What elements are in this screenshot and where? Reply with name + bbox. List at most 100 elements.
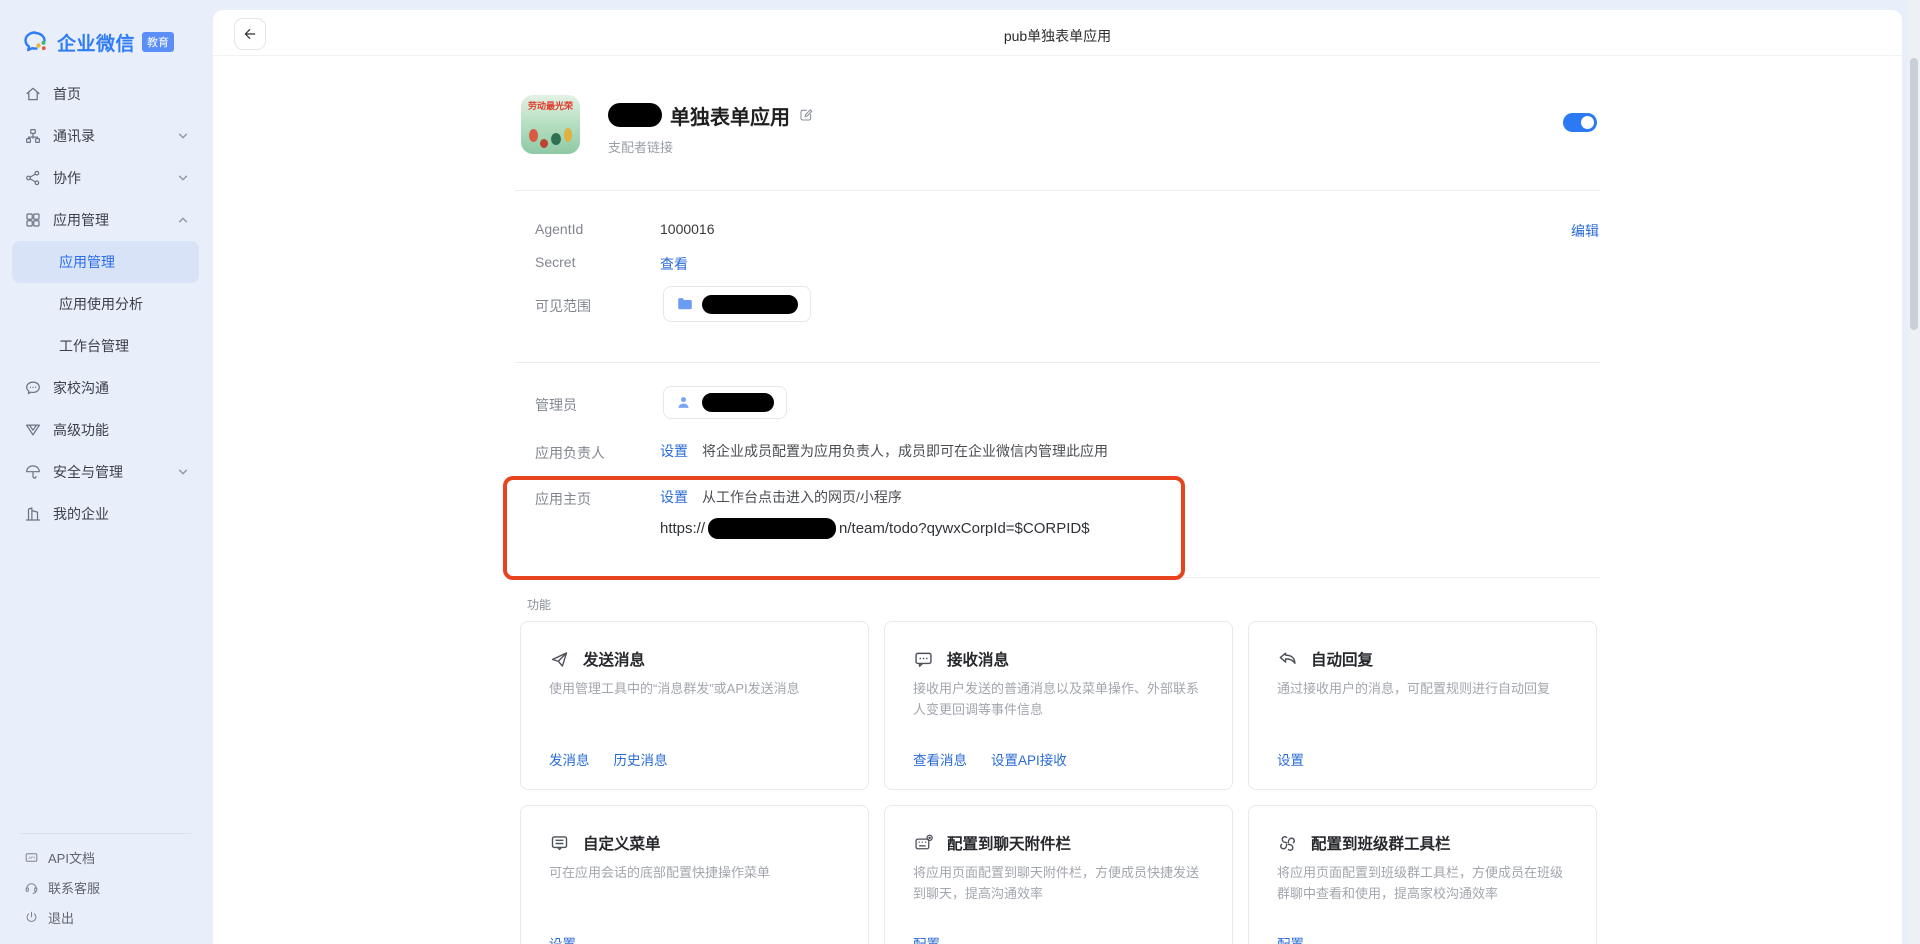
sidebar-item-logout[interactable]: 退出 [0,902,211,932]
homepage-url-prefix: https:// [660,520,705,537]
admin-redaction-blob [702,393,774,412]
secret-view-link[interactable]: 查看 [660,254,688,274]
feature-card-head: 自定义菜单 [549,832,661,854]
sidebar-subitem-workbench-management[interactable]: 工作台管理 [0,325,211,367]
chevron-up-icon [177,214,189,226]
main-panel: pub单独表单应用 劳动最光荣 单独表单应用 支配者链接 AgentId 100… [213,10,1902,944]
sidebar-item-label: 高级功能 [53,420,109,440]
feature-card-desc: 可在应用会话的底部配置快捷操作菜单 [549,863,844,884]
message-bubble-icon [913,649,934,670]
custom-menu-icon [549,833,570,854]
app-subtitle: 支配者链接 [608,137,673,156]
sidebar-item-label: 应用管理 [59,252,115,272]
homepage-label: 应用主页 [535,489,591,509]
screen: 企业微信 教育 首页 通讯录 [0,0,1920,944]
feature-card-desc: 将应用页面配置到聊天附件栏，方便成员快捷发送到聊天，提高沟通效率 [913,863,1208,905]
sidebar-footer: API API文档 联系客服 退出 [0,833,211,944]
send-message-link[interactable]: 发消息 [549,749,590,769]
sidebar-subitem-app-management[interactable]: 应用管理 [12,241,199,283]
app-logo-image: 劳动最光荣 [521,95,580,154]
sidebar-item-label: 家校沟通 [53,378,109,398]
company-icon [24,505,42,523]
scrollbar-thumb[interactable] [1910,58,1918,330]
sidebar-item-contact-support[interactable]: 联系客服 [0,872,211,902]
chevron-down-icon [177,130,189,142]
owner-set-link[interactable]: 设置 [660,441,688,461]
sidebar-item-label: 应用使用分析 [59,294,143,314]
feature-card-title: 发送消息 [583,648,645,670]
home-icon [24,85,42,103]
sidebar-item-label: 安全与管理 [53,462,123,482]
page-title: pub单独表单应用 [213,26,1902,46]
sidebar-item-collaboration[interactable]: 协作 [0,157,211,199]
class-group-config-link[interactable]: 配置 [1277,933,1304,944]
feature-card-links: 配置 [913,933,940,944]
visible-range-chip[interactable] [663,286,811,322]
sidebar-item-label: 退出 [48,908,74,927]
sidebar-item-label: 联系客服 [48,878,100,897]
edit-link[interactable]: 编辑 [1571,221,1599,241]
sidebar-item-security-management[interactable]: 安全与管理 [0,451,211,493]
feature-card-title: 自定义菜单 [583,832,661,854]
api-doc-icon: API [24,850,39,865]
scrollbar[interactable] [1908,0,1920,944]
feature-card-title: 自动回复 [1311,648,1373,670]
brand-badge: 教育 [142,32,174,52]
advanced-v-icon [24,421,42,439]
divider [515,190,1600,191]
homepage-desc: 从工作台点击进入的网页/小程序 [702,487,902,507]
homepage-set-link[interactable]: 设置 [660,487,688,507]
app-logo-caption: 劳动最光荣 [521,99,580,112]
umbrella-icon [24,463,42,481]
sidebar-item-label: 应用管理 [53,210,109,230]
feature-card-desc: 通过接收用户的消息，可配置规则进行自动回复 [1277,679,1572,700]
divider [515,577,1600,578]
send-icon [549,649,570,670]
history-message-link[interactable]: 历史消息 [614,749,668,769]
divider [515,362,1600,363]
feature-card-chat-attachment-bar: 配置到聊天附件栏 将应用页面配置到聊天附件栏，方便成员快捷发送到聊天，提高沟通效… [884,805,1233,944]
app-name-row: 单独表单应用 [608,100,814,130]
feature-card-title: 配置到聊天附件栏 [947,832,1071,854]
sidebar-item-my-company[interactable]: 我的企业 [0,493,211,535]
power-icon [24,910,39,925]
app-name: 单独表单应用 [670,101,790,130]
auto-reply-set-link[interactable]: 设置 [1277,749,1304,769]
sidebar-subitem-app-usage-analysis[interactable]: 应用使用分析 [0,283,211,325]
set-api-receive-link[interactable]: 设置API接收 [991,749,1067,769]
feature-card-desc: 使用管理工具中的“消息群发”或API发送消息 [549,679,844,700]
visible-range-redaction-blob [702,295,798,314]
sidebar-item-app-management[interactable]: 应用管理 [0,199,211,241]
sidebar-nav: 首页 通讯录 协作 [0,73,211,535]
share-nodes-icon [24,169,42,187]
sidebar-item-api-docs[interactable]: API API文档 [0,842,211,872]
url-redaction-blob [708,518,836,539]
features-section-label: 功能 [527,596,551,613]
wecom-logo-icon [22,28,50,56]
person-icon [676,394,694,412]
sidebar-item-school-communication[interactable]: 家校沟通 [0,367,211,409]
custom-menu-set-link[interactable]: 设置 [549,933,576,944]
feature-card-head: 接收消息 [913,648,1009,670]
attachment-bar-config-link[interactable]: 配置 [913,933,940,944]
toggle-knob [1581,116,1594,129]
admin-chip[interactable] [663,386,787,419]
app-enabled-toggle[interactable] [1563,113,1597,132]
headset-icon [24,880,39,895]
feature-card-links: 设置 [1277,749,1304,769]
sidebar-item-contacts[interactable]: 通讯录 [0,115,211,157]
feature-card-class-group-toolbar: 配置到班级群工具栏 将应用页面配置到班级群工具栏，方便成员在班级群聊中查看和使用… [1248,805,1597,944]
feature-card-desc: 将应用页面配置到班级群工具栏，方便成员在班级群聊中查看和使用，提高家校沟通效率 [1277,863,1572,905]
feature-card-head: 配置到班级群工具栏 [1277,832,1451,854]
reply-arrow-icon [1277,649,1298,670]
sidebar-item-home[interactable]: 首页 [0,73,211,115]
sidebar-item-advanced-features[interactable]: 高级功能 [0,409,211,451]
feature-card-custom-menu: 自定义菜单 可在应用会话的底部配置快捷操作菜单 设置 [520,805,869,944]
sidebar-item-label: API文档 [48,848,95,867]
sidebar-item-label: 我的企业 [53,504,109,524]
view-messages-link[interactable]: 查看消息 [913,749,967,769]
homepage-url-suffix: n/team/todo?qywxCorpId=$CORPID$ [839,520,1090,537]
grid-apps-icon [24,211,42,229]
edit-name-icon[interactable] [798,107,814,123]
sidebar-item-label: 协作 [53,168,81,188]
